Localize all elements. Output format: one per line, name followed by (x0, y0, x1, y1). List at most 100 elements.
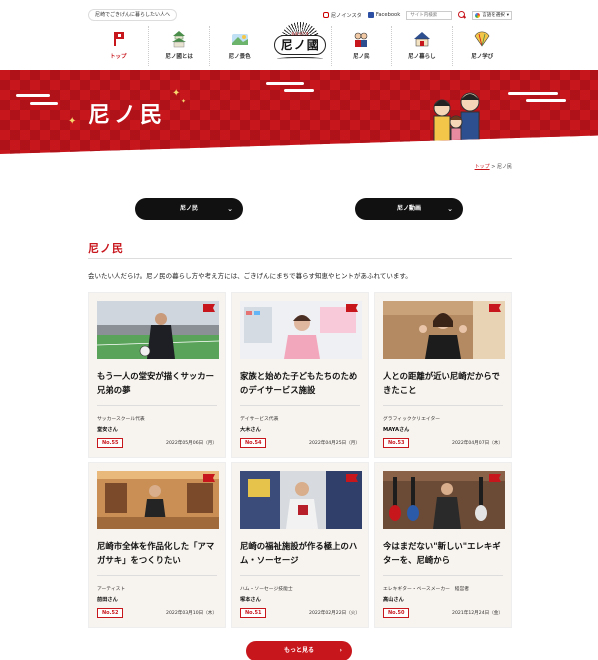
card-name: 前田さん (97, 597, 118, 603)
card-title: 人との距離が近い尼崎だからできたこと (383, 371, 500, 395)
sparkle-icon: ✦ (181, 98, 187, 105)
site-logo[interactable]: あまがさき 尼ノ國 (269, 22, 330, 66)
card-photo (383, 301, 505, 359)
instagram-link[interactable]: 尼ノインスタ (322, 12, 362, 19)
facebook-icon (367, 12, 374, 18)
divider (240, 575, 360, 576)
hero-banner: 尼ノ民 ✦ ✦ ✦ (0, 70, 598, 154)
card-role: エレキギター・ベースメーカー 経営者 (383, 587, 470, 592)
card-photo (240, 471, 362, 529)
nav-item-about[interactable]: 尼ノ國とは (148, 26, 208, 66)
card-role: サッカースクール代表 (97, 417, 145, 422)
flag-icon (489, 304, 501, 312)
nav-item-scenery[interactable]: 尼ノ景色 (208, 26, 269, 66)
chevron-right-icon: › (339, 647, 342, 654)
card-date: 2022年04月07日（木） (452, 441, 503, 446)
people-icon (355, 32, 368, 47)
breadcrumb: トップ > 尼ノ民 (474, 164, 512, 170)
person-card[interactable]: 尼崎市全体を作品化した「アマガサキ」をつくりたい アーティスト 前田さん No.… (88, 462, 226, 628)
people-grid: もう一人の堂安が描くサッカー兄弟の夢 サッカースクール代表 堂安さん No.55… (88, 292, 512, 628)
card-number-badge: No.50 (383, 608, 410, 618)
divider (97, 405, 217, 406)
breadcrumb-home[interactable]: トップ (475, 164, 490, 170)
utility-links: 尼ノインスタ Facebook 言語を選択 ▾ (322, 9, 512, 21)
flag-icon (346, 304, 358, 312)
card-name: MAYAさん (383, 427, 410, 433)
card-photo (97, 471, 219, 529)
sparkle-icon: ✦ (68, 116, 77, 127)
nav-item-top[interactable]: トップ (88, 26, 148, 66)
card-number-badge: No.54 (240, 438, 267, 448)
card-title: 尼崎の福祉施設が作る極上のハム・ソーセージ (240, 541, 358, 565)
page: 尼崎でごきげんに暮らしたい人へ 尼ノインスタ Facebook 言語を選択 ▾ (0, 0, 598, 660)
nav-item-life[interactable]: 尼ノ暮らし (391, 26, 451, 66)
section-intro: 会いたい人だらけ。尼ノ民の暮らし方や考え方には、ごきげんにまちで暮らす知恵やヒン… (88, 272, 412, 280)
facebook-link[interactable]: Facebook (367, 12, 400, 18)
cloud-icon (526, 99, 566, 102)
card-photo (97, 301, 219, 359)
chevron-down-icon: ▾ (506, 12, 509, 18)
card-date: 2022年05月06日（月） (166, 441, 217, 446)
divider (240, 405, 360, 406)
person-card[interactable]: 尼崎の福祉施設が作る極上のハム・ソーセージ ハム・ソーセージ技能士 塚本さん N… (231, 462, 369, 628)
flag-icon (203, 474, 215, 482)
cloud-icon (284, 89, 314, 92)
google-icon (475, 12, 481, 18)
home-icon (413, 32, 430, 47)
cloud-icon (16, 94, 50, 97)
nav-item-learning[interactable]: 尼ノ学び (451, 26, 512, 66)
nav-item-people[interactable]: 尼ノ民 (330, 26, 391, 66)
card-name: 塚本さん (240, 597, 261, 603)
card-name: 堂安さん (97, 427, 118, 433)
fan-icon (474, 31, 490, 47)
flag-icon (203, 304, 215, 312)
cloud-icon (30, 102, 58, 105)
logo-text: 尼ノ國 (280, 38, 320, 52)
card-role: アーティスト (97, 587, 126, 592)
card-role: グラフィッククリエイター (383, 417, 441, 422)
search-icon[interactable] (458, 11, 466, 19)
person-card[interactable]: 人との距離が近い尼崎だからできたこと グラフィッククリエイター MAYAさん N… (374, 292, 512, 458)
house-icon (114, 32, 125, 46)
card-date: 2021年12月24日（金） (452, 611, 503, 616)
person-card[interactable]: 今はまだない"新しい"エレキギターを、尼崎から エレキギター・ベースメーカー 経… (374, 462, 512, 628)
castle-icon (172, 31, 187, 48)
card-number-badge: No.55 (97, 438, 124, 448)
cloud-icon (508, 92, 558, 95)
cloud-icon (266, 82, 304, 85)
main-nav: トップ 尼ノ國とは 尼ノ景色 あまがさき 尼ノ國 尼ノ民 尼ノ暮らし 尼ノ学び (88, 22, 512, 66)
card-title: 今はまだない"新しい"エレキギターを、尼崎から (383, 541, 501, 565)
card-name: 大木さん (240, 427, 261, 433)
person-card[interactable]: もう一人の堂安が描くサッカー兄弟の夢 サッカースクール代表 堂安さん No.55… (88, 292, 226, 458)
card-role: デイサービス代表 (240, 417, 279, 422)
card-date: 2022年02月22日（火） (309, 611, 360, 616)
flag-icon (489, 474, 501, 482)
tagline: 尼崎でごきげんに暮らしたい人へ (88, 9, 178, 21)
divider (88, 258, 512, 259)
landscape-icon (231, 34, 248, 45)
chevron-down-icon: ⌄ (227, 205, 233, 213)
hero-title: 尼ノ民 (88, 103, 167, 128)
divider (383, 405, 503, 406)
language-select[interactable]: 言語を選択 ▾ (472, 10, 512, 20)
instagram-icon (322, 12, 329, 18)
people-dropdown[interactable]: 尼ノ民 ⌄ (135, 198, 243, 220)
load-more-button[interactable]: もっと見る › (246, 641, 352, 660)
card-date: 2022年04月25日（月） (309, 441, 360, 446)
divider (383, 575, 503, 576)
utility-bar: 尼崎でごきげんに暮らしたい人へ 尼ノインスタ Facebook 言語を選択 ▾ (88, 9, 512, 21)
chevron-down-icon: ⌄ (447, 205, 453, 213)
breadcrumb-current: 尼ノ民 (496, 164, 512, 170)
video-dropdown[interactable]: 尼ノ動画 ⌄ (355, 198, 463, 220)
card-number-badge: No.51 (240, 608, 267, 618)
wave-icon (277, 57, 324, 61)
card-number-badge: No.52 (97, 608, 124, 618)
card-title: 家族と始めた子どもたちのためのデイサービス施設 (240, 371, 358, 395)
card-role: ハム・ソーセージ技能士 (240, 587, 293, 592)
section-title: 尼ノ民 (88, 242, 124, 255)
card-photo (383, 471, 505, 529)
person-card[interactable]: 家族と始めた子どもたちのためのデイサービス施設 デイサービス代表 大木さん No… (231, 292, 369, 458)
search-input[interactable] (406, 10, 453, 20)
divider (97, 575, 217, 576)
card-photo (240, 301, 362, 359)
